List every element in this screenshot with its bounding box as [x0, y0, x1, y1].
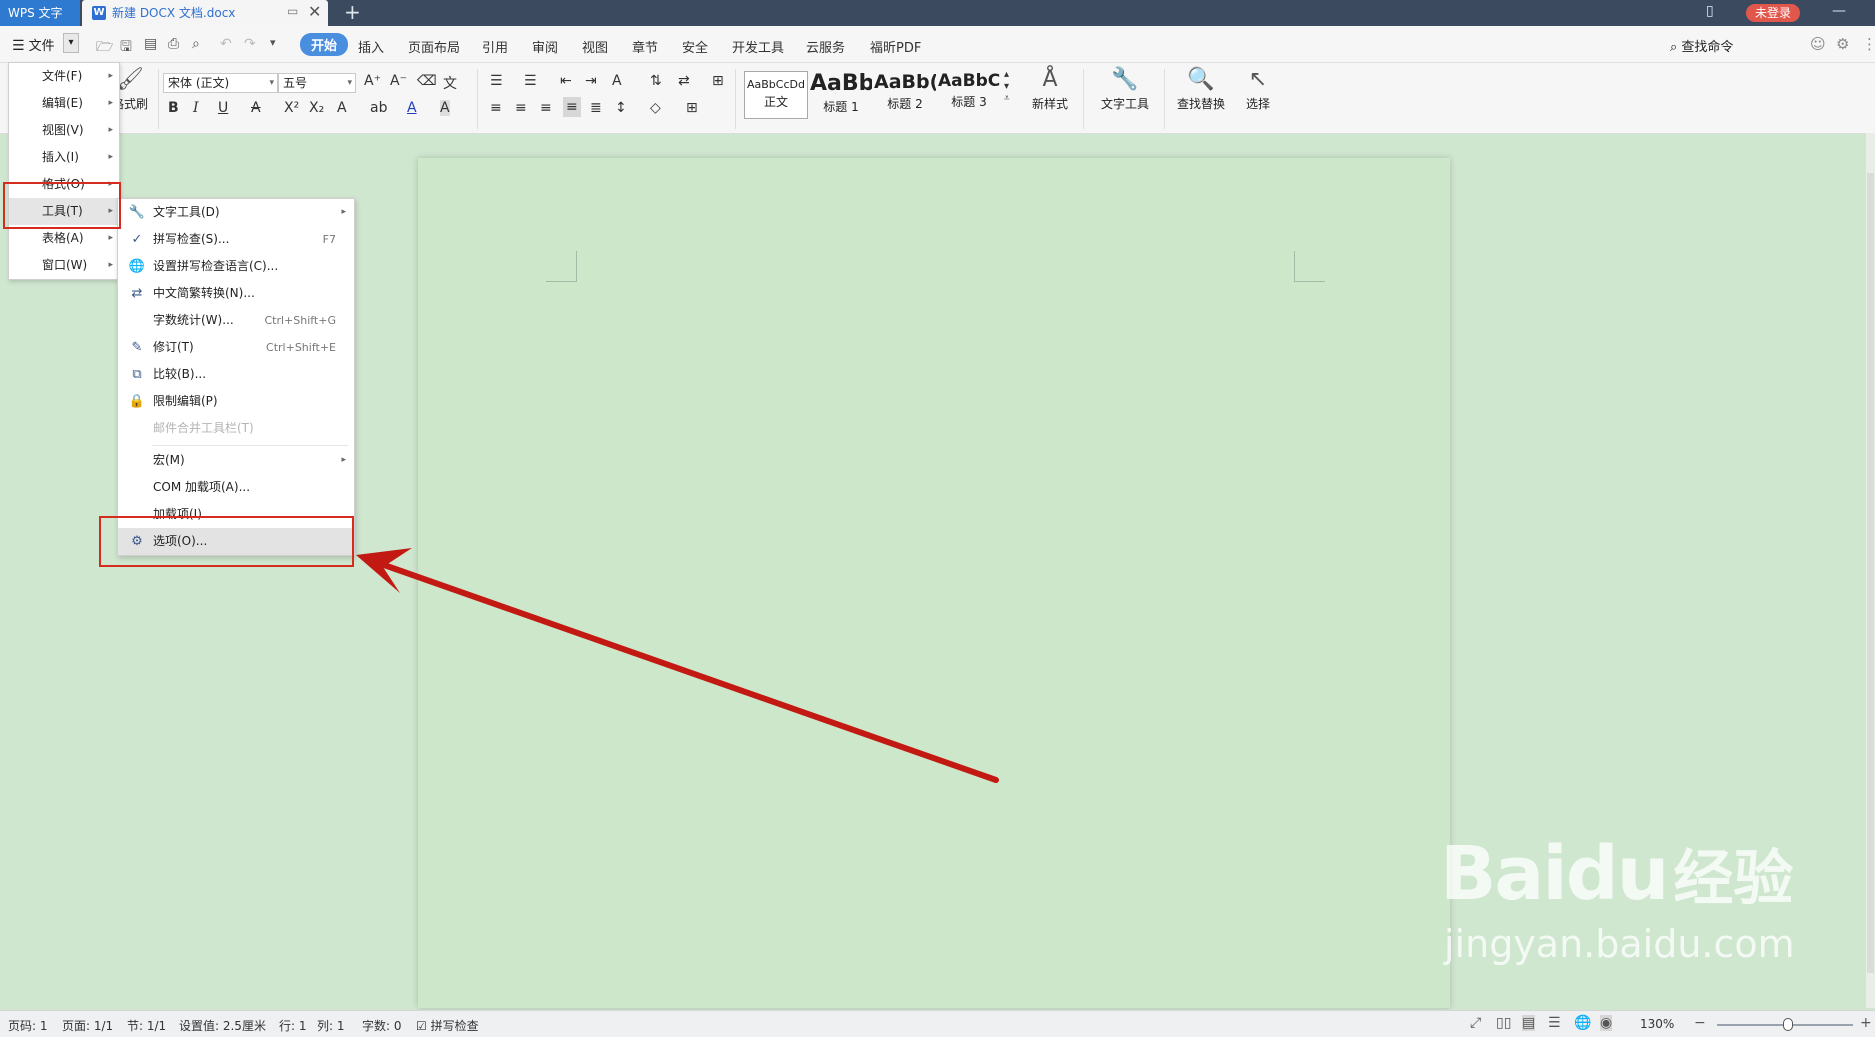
- status-page[interactable]: 页面: 1/1: [62, 1017, 113, 1034]
- page-view-icon[interactable]: ▤: [1522, 1015, 1536, 1031]
- zoom-slider-knob[interactable]: [1783, 1018, 1793, 1031]
- reading-mode-icon[interactable]: ▯▯: [1496, 1015, 1511, 1031]
- fullscreen-icon[interactable]: ⤢: [1470, 1015, 1481, 1031]
- status-spell-check[interactable]: ☑ 拼写检查: [416, 1017, 479, 1034]
- annotation-arrow: [356, 548, 999, 783]
- arrow-shaft: [381, 562, 999, 783]
- status-setting[interactable]: 设置值: 2.5厘米: [179, 1017, 266, 1034]
- status-page-code[interactable]: 页码: 1: [8, 1017, 48, 1034]
- status-column[interactable]: 列: 1: [317, 1017, 345, 1034]
- web-view-icon[interactable]: 🌐: [1574, 1015, 1591, 1031]
- zoom-in-icon[interactable]: +: [1860, 1015, 1872, 1031]
- status-row[interactable]: 行: 1: [279, 1017, 307, 1034]
- status-section[interactable]: 节: 1/1: [127, 1017, 166, 1034]
- zoom-level[interactable]: 130%: [1640, 1017, 1674, 1031]
- zoom-out-icon[interactable]: −: [1694, 1015, 1706, 1031]
- spellcheck-icon: ☑: [416, 1019, 427, 1033]
- status-spell-check-label: 拼写检查: [430, 1019, 479, 1033]
- eye-protection-icon[interactable]: ◉: [1600, 1015, 1613, 1031]
- status-word-count[interactable]: 字数: 0: [362, 1017, 402, 1034]
- status-bar: 页码: 1 页面: 1/1 节: 1/1 设置值: 2.5厘米 行: 1 列: …: [0, 1010, 1875, 1037]
- outline-view-icon[interactable]: ☰: [1548, 1015, 1561, 1031]
